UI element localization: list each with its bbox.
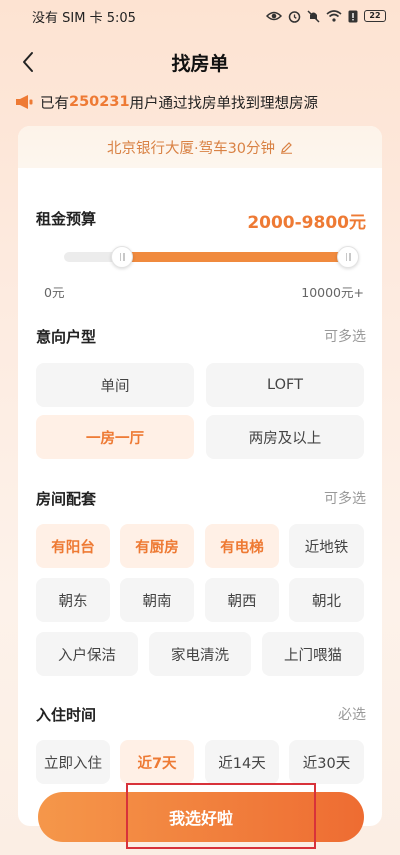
layout-option-one-bedroom[interactable]: 一房一厅 — [36, 415, 194, 459]
budget-range: 2000-9800元 — [247, 213, 366, 233]
search-card: 北京银行大厦·驾车30分钟 租金预算 2000-9800元 0元 10000元+… — [18, 126, 382, 826]
notice-prefix: 已有 — [40, 95, 69, 112]
status-icons: 22 — [266, 9, 386, 23]
amenities-hint: 可多选 — [324, 491, 366, 507]
move-in-within-14-days[interactable]: 近14天 — [205, 740, 279, 784]
header: 找房单 — [0, 40, 400, 84]
slider-min-label: 0元 — [44, 285, 65, 300]
move-in-immediately[interactable]: 立即入住 — [36, 740, 110, 784]
chevron-left-icon — [23, 52, 33, 72]
slider-max-label: 10000元+ — [301, 285, 364, 300]
layout-option-loft[interactable]: LOFT — [206, 363, 364, 407]
move-in-title: 入住时间 — [36, 706, 97, 724]
budget-slider-max-handle[interactable] — [337, 246, 360, 268]
amenity-facing-east[interactable]: 朝东 — [36, 578, 110, 622]
budget-title: 租金预算 — [36, 210, 97, 228]
alarm-icon — [288, 10, 301, 23]
wifi-icon — [326, 10, 342, 22]
amenity-elevator[interactable]: 有电梯 — [205, 524, 279, 568]
move-in-within-7-days[interactable]: 近7天 — [120, 740, 194, 784]
layout-option-single-room[interactable]: 单间 — [36, 363, 194, 407]
eye-icon — [266, 11, 282, 21]
amenity-near-subway[interactable]: 近地铁 — [289, 524, 364, 568]
move-in-within-30-days[interactable]: 近30天 — [289, 740, 364, 784]
location-bar[interactable]: 北京银行大厦·驾车30分钟 — [18, 126, 382, 168]
budget-slider-min-handle[interactable] — [111, 246, 133, 268]
layout-hint: 可多选 — [324, 329, 366, 345]
amenity-cat-feeding[interactable]: 上门喂猫 — [262, 632, 364, 676]
status-carrier-time: 没有 SIM 卡 5:05 — [32, 10, 136, 26]
page-title: 找房单 — [171, 52, 229, 75]
submit-button[interactable]: 我选好啦 — [38, 792, 364, 842]
status-bar: 没有 SIM 卡 5:05 22 — [0, 0, 400, 32]
location-text: 北京银行大厦·驾车30分钟 — [106, 140, 276, 157]
amenity-balcony[interactable]: 有阳台 — [36, 524, 110, 568]
notice-suffix: 用户通过找房单找到理想房源 — [129, 95, 319, 112]
layout-title: 意向户型 — [36, 328, 97, 346]
amenity-facing-north[interactable]: 朝北 — [289, 578, 364, 622]
amenity-facing-south[interactable]: 朝南 — [120, 578, 194, 622]
battery-icon: 22 — [364, 10, 386, 22]
amenities-title: 房间配套 — [36, 490, 97, 508]
amenity-facing-west[interactable]: 朝西 — [205, 578, 279, 622]
edit-icon[interactable] — [280, 141, 293, 154]
amenity-home-cleaning[interactable]: 入户保洁 — [36, 632, 138, 676]
amenity-kitchen[interactable]: 有厨房 — [120, 524, 194, 568]
mute-icon — [307, 9, 320, 23]
move-in-hint: 必选 — [338, 707, 366, 723]
sim-alert-icon — [348, 10, 358, 22]
user-count: 250231 — [69, 94, 130, 110]
notice-banner: 已有 250231 用户通过找房单找到理想房源 — [14, 90, 390, 114]
back-button[interactable] — [14, 48, 42, 76]
budget-slider-fill — [122, 252, 349, 262]
megaphone-icon — [16, 95, 33, 109]
submit-label: 我选好啦 — [168, 809, 233, 828]
amenity-appliance-cleaning[interactable]: 家电清洗 — [149, 632, 251, 676]
layout-option-two-plus-bedrooms[interactable]: 两房及以上 — [206, 415, 364, 459]
